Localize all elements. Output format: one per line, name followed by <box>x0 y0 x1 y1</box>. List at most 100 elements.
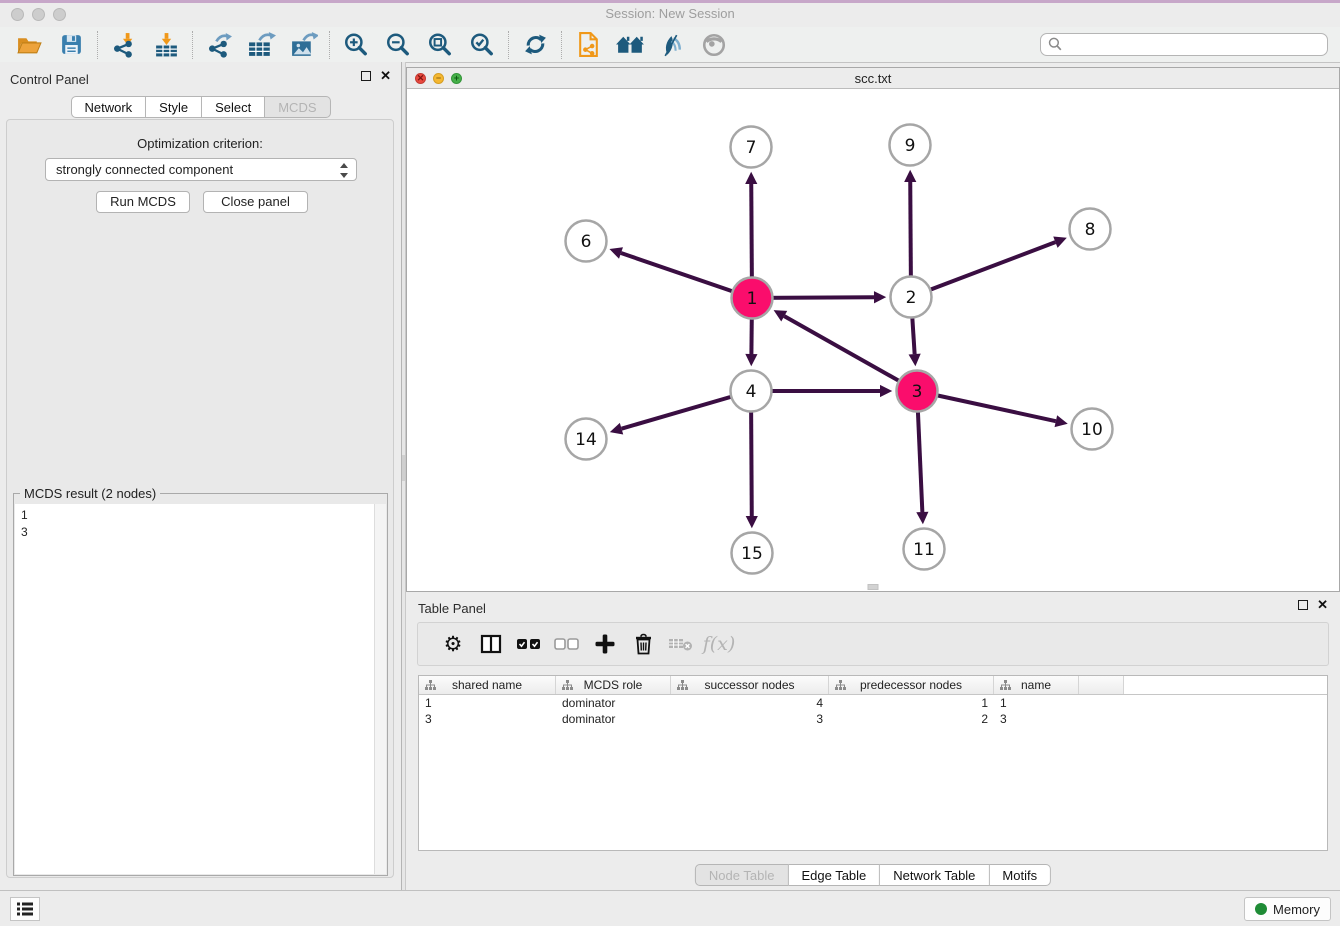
graph-node-14[interactable]: 14 <box>566 419 607 460</box>
criterion-dropdown[interactable]: strongly connected component <box>45 158 357 181</box>
export-network-button[interactable] <box>198 29 240 61</box>
zoom-out-button[interactable] <box>377 29 419 61</box>
search-input[interactable] <box>1064 36 1327 54</box>
table-settings-button[interactable]: ⚙ <box>434 632 472 656</box>
edge-2-8[interactable] <box>911 242 1055 297</box>
cell-name[interactable]: 1 <box>994 695 1079 711</box>
float-table-panel-icon[interactable] <box>1298 600 1308 610</box>
graph-node-10[interactable]: 10 <box>1072 409 1113 450</box>
import-network-icon <box>111 32 138 58</box>
memory-button[interactable]: Memory <box>1244 897 1331 921</box>
attribute-tree-icon <box>677 680 688 691</box>
close-panel-icon[interactable]: ✕ <box>380 71 391 81</box>
toolbar-separator <box>329 31 330 59</box>
cell-shared-name[interactable]: 1 <box>419 695 556 711</box>
graph-node-6[interactable]: 6 <box>566 221 607 262</box>
cell-MCDS-role[interactable]: dominator <box>556 695 671 711</box>
search-icon <box>1047 36 1064 53</box>
gear-icon: ⚙ <box>444 632 463 656</box>
network-view-window: ✕ − + scc.txt 7968124314101511 <box>406 67 1340 592</box>
float-panel-icon[interactable] <box>361 71 371 81</box>
graph-node-9[interactable]: 9 <box>890 125 931 166</box>
cell-shared-name[interactable]: 3 <box>419 711 556 727</box>
cell-successor-nodes[interactable]: 4 <box>671 695 829 711</box>
table-row[interactable]: 1dominator411 <box>419 695 1327 711</box>
tab-select[interactable]: Select <box>202 96 265 118</box>
column-header-predecessor-nodes[interactable]: predecessor nodes <box>829 676 994 694</box>
export-table-button[interactable] <box>240 29 282 61</box>
session-title: Session: New Session <box>0 6 1340 21</box>
tab-network[interactable]: Network <box>70 96 146 118</box>
tab-style[interactable]: Style <box>146 96 202 118</box>
delete-column-button[interactable] <box>624 633 662 655</box>
close-table-panel-icon[interactable]: ✕ <box>1317 600 1328 610</box>
network-graph: 7 9 6 8 1 2 4 3 14 10 15 11 <box>407 89 1339 591</box>
tab-node-table[interactable]: Node Table <box>695 864 789 886</box>
column-header-shared-name[interactable]: shared name <box>419 676 556 694</box>
edge-3-1[interactable] <box>784 316 917 391</box>
zoom-fit-button[interactable] <box>419 29 461 61</box>
graph-node-8[interactable]: 8 <box>1070 209 1111 250</box>
new-network-from-file-button[interactable] <box>567 29 609 61</box>
table-panel: Table Panel ✕ ⚙ <box>406 595 1340 890</box>
tab-network-table[interactable]: Network Table <box>880 864 989 886</box>
close-panel-button[interactable]: Close panel <box>203 191 308 213</box>
graph-node-4[interactable]: 4 <box>731 371 772 412</box>
export-network-icon <box>206 32 233 58</box>
refresh-icon <box>523 32 548 57</box>
column-header-name[interactable]: name <box>994 676 1079 694</box>
mcds-result-text[interactable]: 1 3 <box>15 504 386 874</box>
graph-node-3[interactable]: 3 <box>897 371 938 412</box>
export-image-button[interactable] <box>282 29 324 61</box>
add-column-button[interactable] <box>586 633 624 655</box>
first-neighbors-button[interactable] <box>609 29 651 61</box>
tab-motifs[interactable]: Motifs <box>989 864 1051 886</box>
cell-successor-nodes[interactable]: 3 <box>671 711 829 727</box>
show-hide-panel-button[interactable] <box>693 29 735 61</box>
zoom-in-button[interactable] <box>335 29 377 61</box>
deselect-all-rows-button[interactable] <box>548 637 586 651</box>
column-header-successor-nodes[interactable]: successor nodes <box>671 676 829 694</box>
cell-name[interactable]: 3 <box>994 711 1079 727</box>
status-menu-button[interactable] <box>10 897 40 921</box>
save-session-button[interactable] <box>50 29 92 61</box>
graph-node-11[interactable]: 11 <box>904 529 945 570</box>
mcds-result-title: MCDS result (2 nodes) <box>20 486 160 501</box>
apply-style-button[interactable] <box>651 29 693 61</box>
dropdown-stepper-icon <box>338 163 349 178</box>
zoom-selected-button[interactable] <box>461 29 503 61</box>
search-field[interactable] <box>1040 33 1328 56</box>
trash-icon <box>633 633 654 655</box>
table-row[interactable]: 3dominator323 <box>419 711 1327 727</box>
cell-MCDS-role[interactable]: dominator <box>556 711 671 727</box>
cell-predecessor-nodes[interactable]: 1 <box>829 695 994 711</box>
open-folder-icon <box>16 32 43 57</box>
graph-node-7[interactable]: 7 <box>731 127 772 168</box>
zoom-out-icon <box>385 32 411 58</box>
column-layout-button[interactable] <box>472 633 510 655</box>
control-panel: Control Panel ✕ NetworkStyleSelectMCDS O… <box>0 62 401 890</box>
cell-predecessor-nodes[interactable]: 2 <box>829 711 994 727</box>
result-scrollbar[interactable] <box>374 504 386 874</box>
control-panel-title: Control Panel <box>10 72 89 87</box>
tab-mcds[interactable]: MCDS <box>265 96 330 118</box>
run-mcds-button[interactable]: Run MCDS <box>96 191 190 213</box>
function-builder-button[interactable]: f(x) <box>700 633 738 655</box>
horizontal-splitter-handle[interactable] <box>868 584 879 590</box>
graph-node-1[interactable]: 1 <box>732 278 773 319</box>
node-label: 14 <box>575 430 597 450</box>
graph-node-2[interactable]: 2 <box>891 277 932 318</box>
import-table-button[interactable] <box>145 29 187 61</box>
mcds-panel: Optimization criterion: strongly connect… <box>6 119 394 878</box>
mcds-result-group: MCDS result (2 nodes) 1 3 <box>13 493 388 876</box>
graph-node-15[interactable]: 15 <box>732 533 773 574</box>
network-canvas[interactable]: 7 9 6 8 1 2 4 3 14 10 15 11 <box>407 89 1339 591</box>
optimization-criterion-label: Optimization criterion: <box>7 136 393 151</box>
import-network-button[interactable] <box>103 29 145 61</box>
apply-layout-button[interactable] <box>514 29 556 61</box>
column-header-MCDS-role[interactable]: MCDS role <box>556 676 671 694</box>
tab-edge-table[interactable]: Edge Table <box>788 864 880 886</box>
delete-table-button[interactable] <box>662 635 700 653</box>
select-all-rows-button[interactable] <box>510 637 548 651</box>
open-session-button[interactable] <box>8 29 50 61</box>
